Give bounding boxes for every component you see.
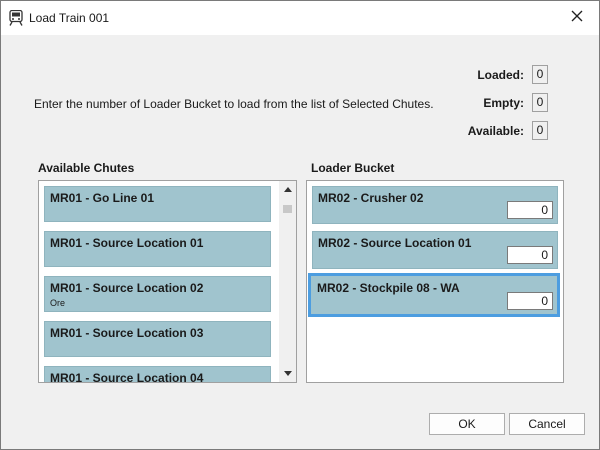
scroll-down-icon[interactable]	[279, 365, 296, 382]
quantity-input[interactable]: 0	[507, 292, 553, 310]
loaded-label: Loaded:	[477, 68, 524, 82]
load-train-dialog: Load Train 001 Loaded: 0 Empty: 0 Availa…	[0, 0, 600, 450]
close-icon	[571, 10, 583, 22]
list-item[interactable]: MR01 - Go Line 01	[44, 186, 271, 222]
instruction-text: Enter the number of Loader Bucket to loa…	[34, 97, 434, 111]
window-title: Load Train 001	[29, 11, 110, 25]
scroll-up-icon[interactable]	[279, 181, 296, 198]
quantity-input[interactable]: 0	[507, 201, 553, 219]
list-item[interactable]: MR01 - Source Location 04	[44, 366, 271, 382]
list-item[interactable]: MR02 - Source Location 01 0	[312, 231, 558, 269]
list-item[interactable]: MR01 - Source Location 01	[44, 231, 271, 267]
loader-bucket-list[interactable]: MR02 - Crusher 02 0 MR02 - Source Locati…	[306, 180, 564, 383]
empty-value: 0	[532, 93, 548, 112]
vertical-scrollbar[interactable]	[279, 181, 296, 382]
list-item[interactable]: MR02 - Crusher 02 0	[312, 186, 558, 224]
available-label: Available:	[467, 124, 524, 138]
available-chutes-list[interactable]: MR01 - Go Line 01 MR01 - Source Location…	[38, 180, 297, 383]
available-chutes-label: Available Chutes	[38, 161, 135, 175]
quantity-input[interactable]: 0	[507, 246, 553, 264]
loader-bucket-label: Loader Bucket	[311, 161, 395, 175]
list-item[interactable]: MR01 - Source Location 02 Ore	[44, 276, 271, 312]
cancel-button[interactable]: Cancel	[509, 413, 585, 435]
list-item[interactable]: MR01 - Source Location 03	[44, 321, 271, 357]
available-value: 0	[532, 121, 548, 140]
empty-label: Empty:	[483, 96, 524, 110]
train-icon	[9, 9, 23, 26]
loaded-value: 0	[532, 65, 548, 84]
ok-button[interactable]: OK	[429, 413, 505, 435]
list-item-selected[interactable]: MR02 - Stockpile 08 - WA 0	[308, 273, 560, 317]
title-bar: Load Train 001	[1, 1, 599, 35]
close-button[interactable]	[555, 1, 599, 31]
scrollbar-thumb[interactable]	[283, 205, 292, 213]
